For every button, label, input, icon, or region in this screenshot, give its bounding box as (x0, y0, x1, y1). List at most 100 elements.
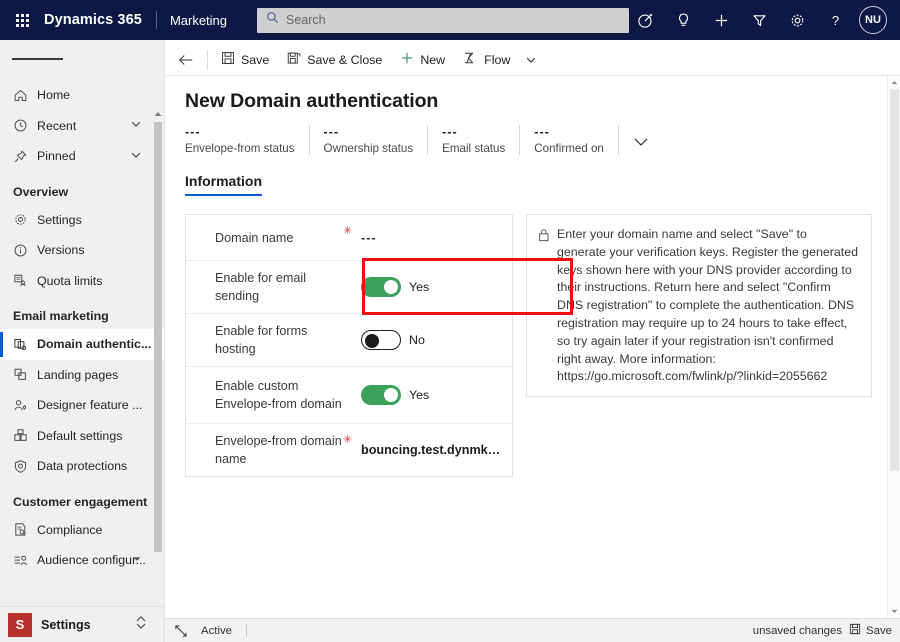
status-ownership[interactable]: --- Ownership status (310, 125, 429, 155)
help-icon[interactable]: ? (816, 0, 854, 40)
app-name-label[interactable]: Marketing (170, 13, 227, 28)
sidebar-item-compliance[interactable]: Compliance (0, 515, 164, 546)
target-icon[interactable] (626, 0, 664, 40)
toggle-enable-forms-hosting[interactable] (361, 330, 401, 350)
clock-icon (13, 118, 37, 133)
command-separator (207, 49, 208, 70)
search-icon (266, 11, 279, 29)
expand-icon[interactable] (175, 624, 187, 637)
sidebar-item-label: Default settings (37, 428, 123, 443)
sidebar-item-pinned[interactable]: Pinned (0, 141, 164, 172)
status-confirmed-on[interactable]: --- Confirmed on (520, 125, 619, 155)
field-row-envelope-from-domain-name[interactable]: Envelope-from domain name ✳ bouncing.tes… (186, 424, 512, 476)
required-asterisk: ✳ (343, 434, 353, 446)
flow-icon (463, 51, 478, 68)
sidebar-item-label: Domain authentic... (37, 337, 152, 352)
form-panes: Domain name ✳ --- Enable for email sendi… (185, 214, 900, 477)
sidebar-scroll-thumb[interactable] (153, 122, 162, 552)
gear-icon[interactable] (778, 0, 816, 40)
field-value-envelope-from-domain-name[interactable]: bouncing.test.dynmkt.do... (361, 443, 502, 457)
sidebar-item-label: Audience configur... (37, 553, 146, 568)
home-icon (13, 88, 37, 103)
field-label: Enable for email sending (215, 271, 307, 303)
sidebar-item-designer-features[interactable]: Designer feature ... (0, 390, 164, 421)
field-row-enable-email-sending[interactable]: Enable for email sending Yes (186, 261, 512, 314)
sidebar-item-recent[interactable]: Recent (0, 111, 164, 142)
sidebar-item-home[interactable]: Home (0, 80, 164, 111)
sidebar-item-data-protections[interactable]: Data protections (0, 451, 164, 482)
status-caption: Envelope-from status (185, 142, 295, 155)
command-overflow-chevron-icon[interactable] (519, 45, 543, 75)
chevron-up-down-icon[interactable] (135, 615, 147, 635)
scroll-up-arrow-icon[interactable] (152, 108, 163, 119)
save-disk-icon (221, 51, 235, 68)
sidebar-item-domain-authentication[interactable]: Domain authentic... (0, 329, 164, 360)
sidebar-item-label: Home (37, 88, 71, 103)
app-launcher-waffle-icon[interactable] (0, 13, 44, 27)
field-value-domain-name[interactable]: --- (361, 231, 377, 245)
field-label: Domain name (215, 230, 294, 245)
pages-icon (13, 367, 37, 382)
content-scroll-thumb[interactable] (890, 89, 899, 471)
required-asterisk: ✳ (343, 225, 353, 237)
status-envelope-from[interactable]: --- Envelope-from status (185, 125, 310, 155)
content-scrollbar[interactable] (887, 76, 900, 618)
sidebar-item-label: Pinned (37, 149, 76, 164)
lightbulb-icon[interactable] (664, 0, 702, 40)
sidebar-item-landing-pages[interactable]: Landing pages (0, 360, 164, 391)
tab-label: Information (185, 173, 262, 189)
sidebar-toggle-hamburger-icon[interactable] (0, 40, 164, 78)
save-button[interactable]: Save (212, 45, 278, 75)
statusbar-save-button[interactable]: Save (849, 623, 892, 638)
quota-icon (13, 273, 37, 288)
sidebar-item-audience-configuration[interactable]: Audience configur... (0, 545, 164, 576)
search-input[interactable] (286, 13, 630, 27)
chevron-down-icon[interactable] (130, 149, 142, 164)
svg-text:?: ? (831, 13, 838, 28)
compliance-icon (13, 522, 37, 537)
command-bar: Save Save & Close New Flow (165, 44, 900, 76)
new-button[interactable]: New (391, 45, 454, 75)
field-row-enable-custom-envelope-from-domain[interactable]: Enable custom Envelope-from domain Yes (186, 367, 512, 424)
toggle-state-label: Yes (409, 280, 430, 294)
plus-icon[interactable] (702, 0, 740, 40)
field-label: Enable custom Envelope-from domain (215, 379, 342, 411)
statusbar-save-label: Save (866, 624, 892, 637)
save-button-label: Save (241, 52, 270, 67)
chevron-down-small-icon[interactable] (132, 553, 142, 567)
field-row-enable-forms-hosting[interactable]: Enable for forms hosting No (186, 314, 512, 367)
avatar[interactable]: NU (859, 6, 887, 34)
flow-button-label: Flow (484, 52, 511, 67)
status-caption: Ownership status (323, 142, 414, 155)
flow-button[interactable]: Flow (454, 45, 519, 75)
field-row-domain-name[interactable]: Domain name ✳ --- (186, 215, 512, 261)
sidebar-item-versions[interactable]: Versions (0, 235, 164, 266)
status-email[interactable]: --- Email status (428, 125, 521, 155)
status-caption: Confirmed on (534, 142, 604, 155)
global-search[interactable] (257, 7, 630, 33)
sidebar-group-overview: Overview (13, 184, 69, 199)
sidebar-item-label: Quota limits (37, 273, 103, 288)
app-switcher[interactable]: S Settings (0, 606, 164, 642)
sidebar-item-settings[interactable]: Settings (0, 205, 164, 236)
scroll-up-arrow-icon[interactable] (888, 76, 900, 89)
status-expand-chevron-icon[interactable] (631, 135, 651, 154)
sidebar-scrollbar[interactable] (152, 108, 163, 604)
sidebar-item-quota-limits[interactable]: Quota limits (0, 266, 164, 297)
chevron-down-icon[interactable] (130, 118, 142, 133)
scroll-down-arrow-icon[interactable] (888, 605, 900, 618)
toggle-enable-custom-envelope-from-domain[interactable] (361, 385, 401, 405)
toggle-enable-email-sending[interactable] (361, 277, 401, 297)
save-and-close-button[interactable]: Save & Close (278, 45, 391, 75)
back-arrow-icon[interactable] (169, 45, 203, 75)
info-panel-text: Enter your domain name and select "Save"… (557, 227, 858, 384)
sidebar-item-label: Settings (37, 212, 82, 227)
sidebar-group-customer-engagement: Customer engagement (13, 494, 148, 509)
domain-auth-icon (13, 337, 37, 352)
sidebar-group-email-marketing: Email marketing (13, 309, 109, 323)
tab-information[interactable]: Information (185, 173, 262, 197)
sidebar-item-default-settings[interactable]: Default settings (0, 421, 164, 452)
sidebar-item-label: Compliance (37, 522, 103, 537)
toggle-state-label: No (409, 333, 425, 347)
filter-icon[interactable] (740, 0, 778, 40)
